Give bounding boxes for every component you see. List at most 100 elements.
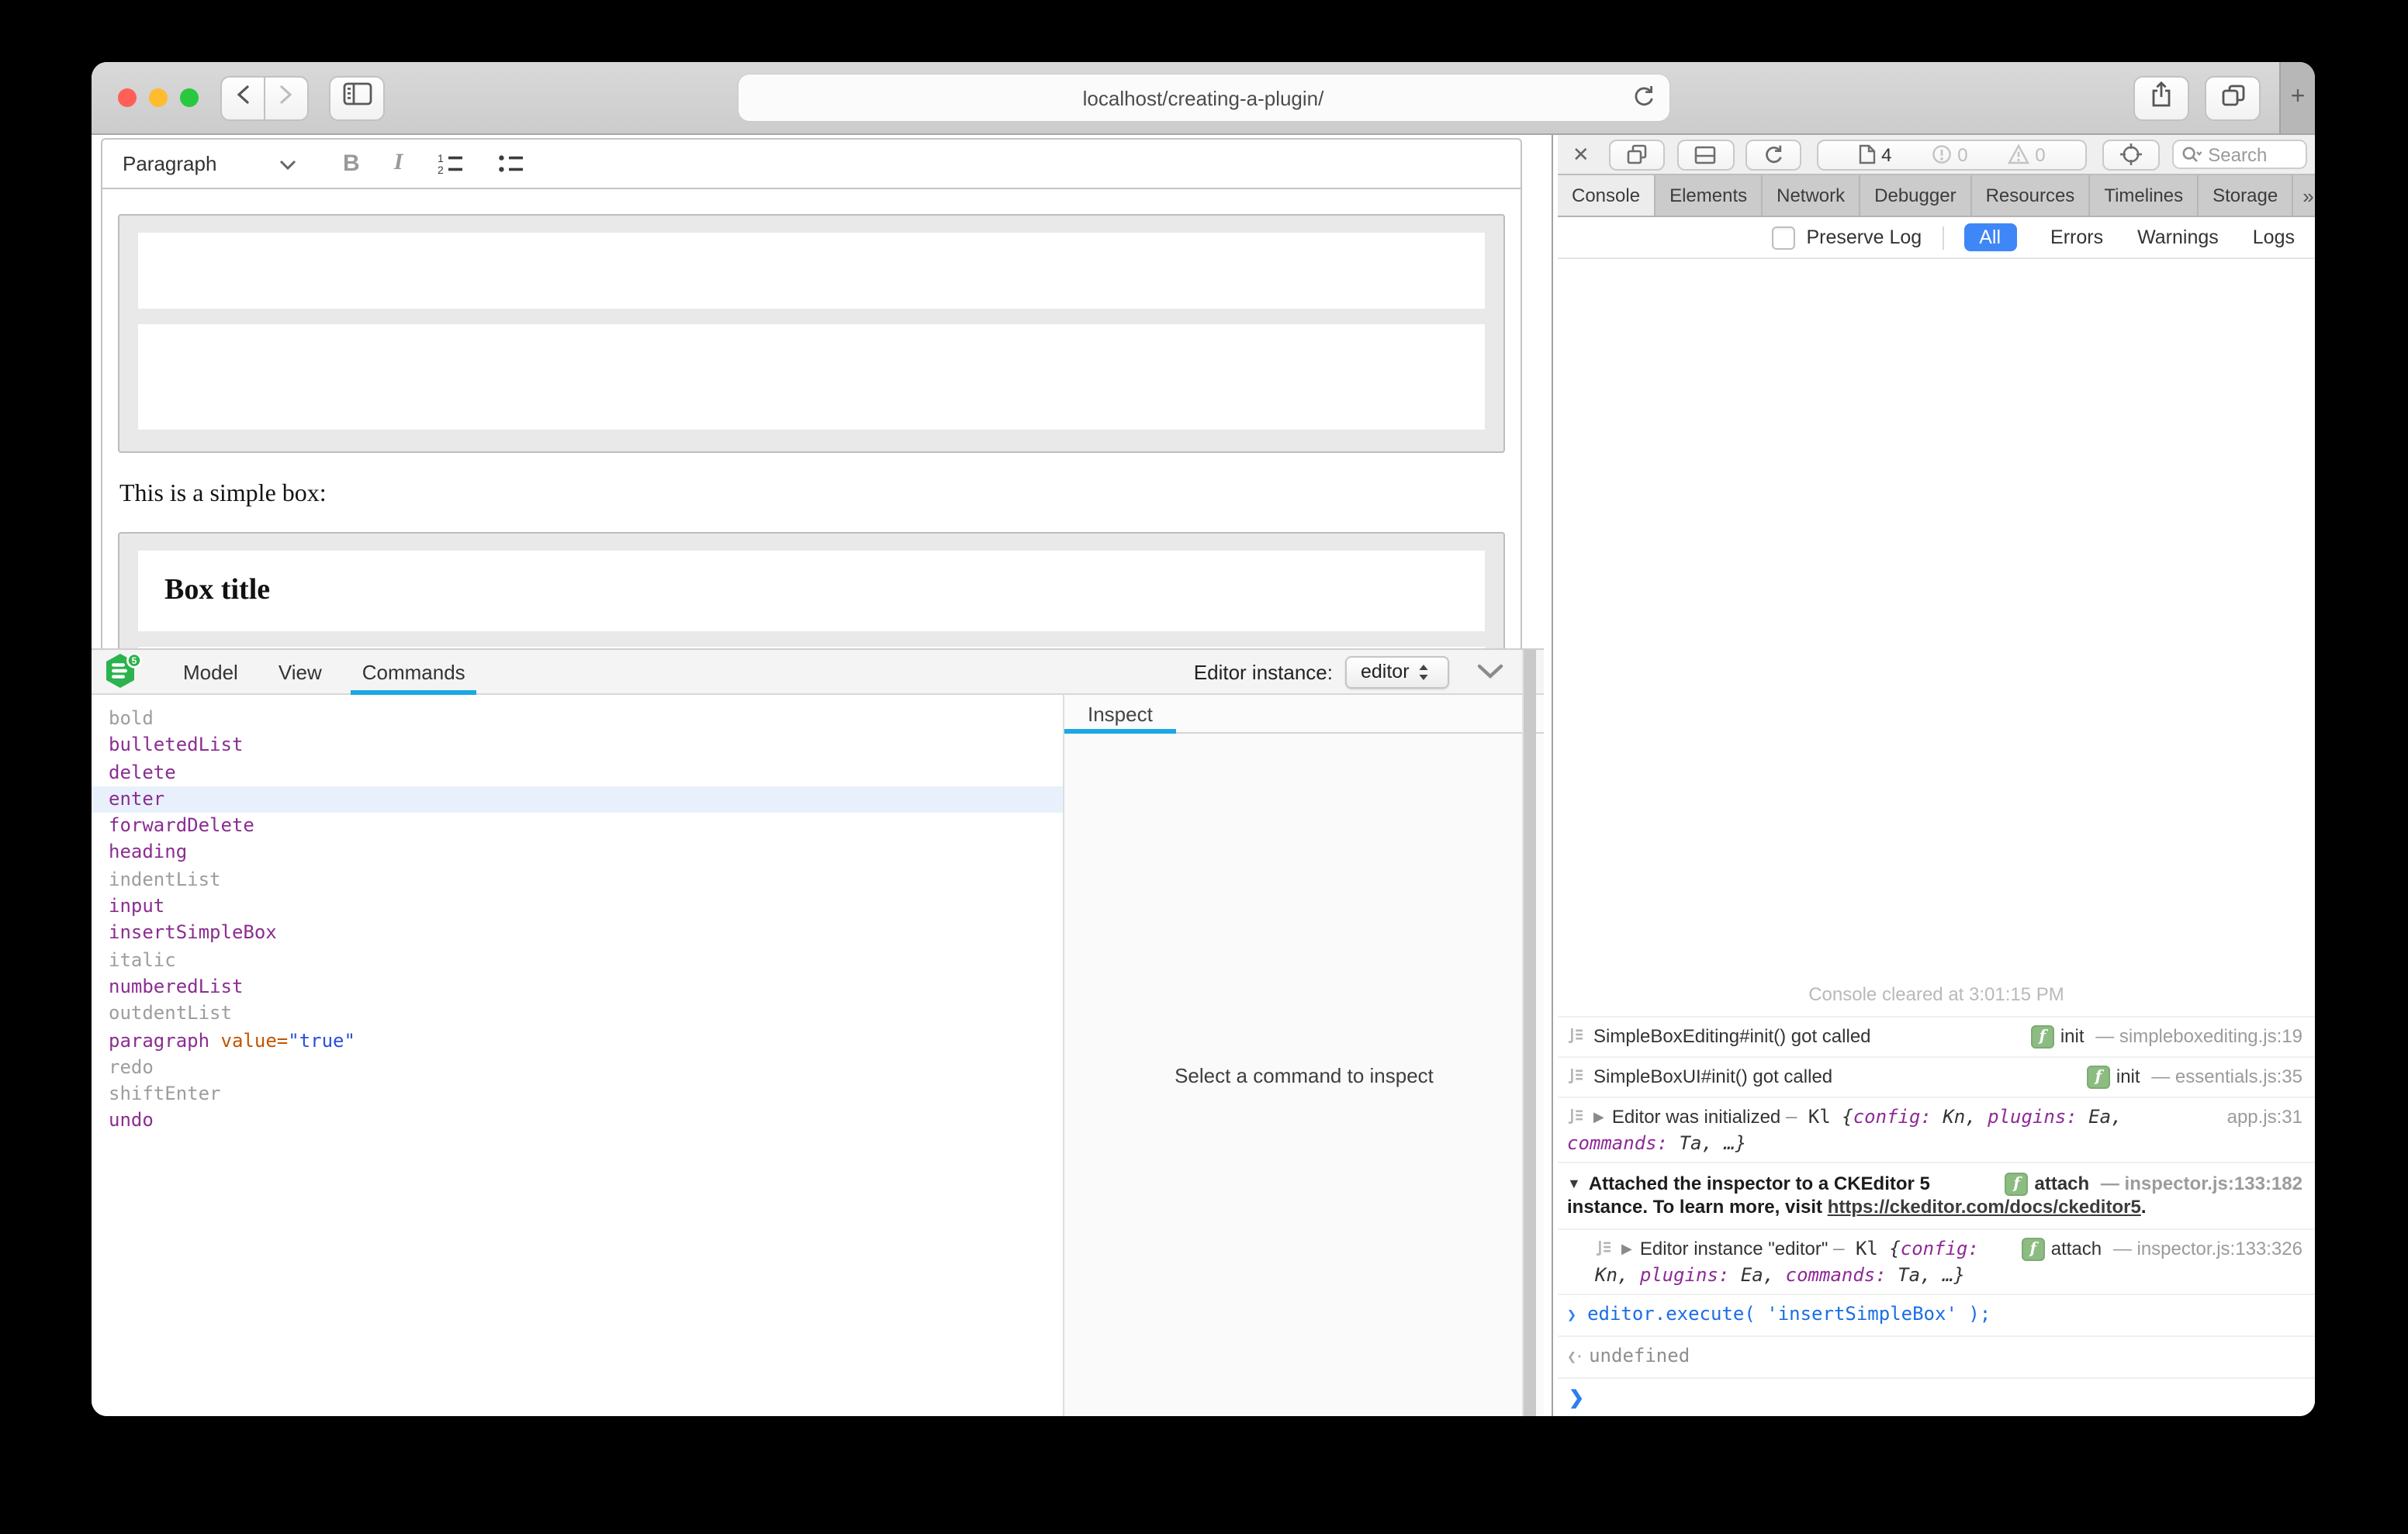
console-filter-warnings[interactable]: Warnings <box>2137 226 2219 248</box>
paragraph-text[interactable]: This is a simple box: <box>119 481 327 509</box>
command-item-numberedList[interactable]: numberedList <box>92 974 1063 1001</box>
console-entry[interactable]: finit — simpleboxediting.js:19SimpleBoxE… <box>1558 1016 2315 1056</box>
close-window-button[interactable] <box>118 88 137 107</box>
zoom-window-button[interactable] <box>180 88 199 107</box>
share-icon <box>2149 80 2174 116</box>
more-tabs-button[interactable]: » <box>2293 175 2315 216</box>
bold-button[interactable]: B <box>343 150 360 177</box>
function-badge-icon: f <box>2087 1065 2110 1088</box>
command-item-shiftEnter[interactable]: shiftEnter <box>92 1081 1063 1108</box>
command-item-redo[interactable]: redo <box>92 1055 1063 1082</box>
command-item-heading[interactable]: heading <box>92 840 1063 867</box>
console-entry-source[interactable]: app.js:31 <box>2227 1104 2302 1129</box>
editor-content-area[interactable]: This is a simple box: Box title <box>101 189 1522 650</box>
console-output: Console cleared at 3:01:15 PM finit — si… <box>1558 259 2315 1416</box>
devtools-resize-divider[interactable] <box>1544 135 1558 1416</box>
devtools-close-button[interactable]: ✕ <box>1569 142 1593 167</box>
console-entry[interactable]: ❯editor.execute( 'insertSimpleBox' ); <box>1558 1294 2315 1335</box>
inspect-tab-bar: Inspect <box>1064 695 1544 734</box>
share-button[interactable] <box>2133 75 2189 120</box>
command-item-forwardDelete[interactable]: forwardDelete <box>92 813 1063 840</box>
title-bar: localhost/creating-a-plugin/ <box>92 62 2315 135</box>
simple-box-description-field[interactable] <box>138 324 1485 430</box>
console-entry[interactable]: fattach — inspector.js:133:182▼Attached … <box>1558 1162 2315 1228</box>
sidebar-toggle-button[interactable] <box>329 75 385 120</box>
devtools-tab-elements[interactable]: Elements <box>1656 175 1763 216</box>
simple-box-widget-empty[interactable] <box>118 214 1505 453</box>
command-item-enter[interactable]: enter <box>92 786 1063 814</box>
minimize-window-button[interactable] <box>149 88 168 107</box>
forward-button[interactable] <box>265 75 309 120</box>
console-entry-source[interactable]: fattach — inspector.js:133:182 <box>2005 1173 2303 1196</box>
disclosure-collapsed-icon[interactable]: ▶ <box>1593 1109 1604 1125</box>
command-item-bulletedList[interactable]: bulletedList <box>92 733 1063 760</box>
page-scrollbar[interactable] <box>1522 650 1536 1416</box>
tab-overview-icon <box>2219 81 2246 114</box>
paragraph-style-dropdown[interactable]: Paragraph <box>123 152 296 175</box>
console-entry-source[interactable]: finit — simpleboxediting.js:19 <box>2031 1024 2302 1049</box>
disclosure-expanded-icon[interactable]: ▼ <box>1567 1176 1581 1191</box>
resource-stats-button[interactable]: 4 0 <box>1817 139 2086 170</box>
element-picker-button[interactable] <box>2102 139 2160 170</box>
command-item-paragraph[interactable]: paragraph value="true" <box>92 1028 1063 1055</box>
console-entry[interactable]: finit — essentials.js:35SimpleBoxUI#init… <box>1558 1056 2315 1097</box>
tab-overview-button[interactable] <box>2205 75 2261 120</box>
simple-box-title-field[interactable] <box>138 233 1485 309</box>
numbered-list-button[interactable]: 1 2 <box>437 152 463 175</box>
bulleted-list-button[interactable] <box>497 152 524 175</box>
undock-button[interactable] <box>1609 139 1666 170</box>
simple-box-widget-titled[interactable]: Box title <box>118 532 1505 650</box>
search-placeholder: Search <box>2208 143 2267 165</box>
editor-instance-select[interactable]: editor <box>1345 655 1449 688</box>
filter-divider <box>1942 226 1943 249</box>
italic-button[interactable]: I <box>394 150 403 177</box>
back-icon <box>234 83 251 112</box>
preserve-log-checkbox[interactable] <box>1773 226 1796 249</box>
console-prompt[interactable]: ❯ <box>1558 1377 2315 1416</box>
devtools-toolbar: ✕ <box>1558 135 2315 174</box>
console-link[interactable]: https://ckeditor.com/docs/ckeditor5 <box>1828 1196 2141 1218</box>
console-filter-all[interactable]: All <box>1963 223 2016 251</box>
new-tab-button[interactable]: + <box>2279 62 2315 133</box>
devtools-tab-console[interactable]: Console <box>1558 175 1656 216</box>
web-page: Paragraph B I 1 2 <box>92 135 1544 1416</box>
devtools-reload-button[interactable] <box>1745 139 1801 170</box>
command-item-insertSimpleBox[interactable]: insertSimpleBox <box>92 921 1063 948</box>
command-item-input[interactable]: input <box>92 893 1063 921</box>
reload-icon[interactable] <box>1631 84 1655 115</box>
console-entry[interactable]: ❮·undefined <box>1558 1335 2315 1377</box>
command-item-italic[interactable]: italic <box>92 947 1063 974</box>
log-icon <box>1595 1238 1612 1263</box>
tab-inspect[interactable]: Inspect <box>1064 695 1176 732</box>
simple-box-title-field[interactable]: Box title <box>138 551 1485 631</box>
inspector-tab-model[interactable]: Model <box>172 650 249 693</box>
address-bar[interactable]: localhost/creating-a-plugin/ <box>738 74 1669 121</box>
dock-to-bottom-button[interactable] <box>1678 139 1735 170</box>
console-entry[interactable]: fattach — inspector.js:133:326▶Editor in… <box>1558 1228 2315 1294</box>
command-item-undo[interactable]: undo <box>92 1108 1063 1135</box>
back-button[interactable] <box>220 75 265 120</box>
disclosure-collapsed-icon[interactable]: ▶ <box>1621 1241 1632 1256</box>
devtools-search-field[interactable]: Search <box>2172 140 2307 169</box>
console-entry-source[interactable]: fattach — inspector.js:133:326 <box>2022 1236 2302 1261</box>
inspector-tab-view[interactable]: View <box>268 650 333 693</box>
command-item-bold[interactable]: bold <box>92 706 1063 733</box>
inspector-tab-commands[interactable]: Commands <box>351 650 476 693</box>
devtools-tab-storage[interactable]: Storage <box>2199 175 2293 216</box>
warning-icon <box>2007 144 2029 164</box>
devtools-tab-debugger[interactable]: Debugger <box>1860 175 1971 216</box>
inspector-collapse-button[interactable] <box>1477 664 1503 679</box>
console-entry-source[interactable]: finit — essentials.js:35 <box>2087 1064 2302 1089</box>
command-item-indentList[interactable]: indentList <box>92 867 1063 894</box>
devtools-tab-timelines[interactable]: Timelines <box>2090 175 2199 216</box>
devtools-tab-network[interactable]: Network <box>1763 175 1860 216</box>
devtools-tab-resources[interactable]: Resources <box>1972 175 2091 216</box>
issue-count-stat: 0 <box>1931 143 1967 165</box>
console-entry[interactable]: app.js:31▶Editor was initialized – Kl {c… <box>1558 1097 2315 1162</box>
command-item-delete[interactable]: delete <box>92 759 1063 786</box>
console-filter-logs[interactable]: Logs <box>2253 226 2295 248</box>
log-icon <box>1567 1106 1584 1131</box>
console-filter-errors[interactable]: Errors <box>2050 226 2103 248</box>
command-item-outdentList[interactable]: outdentList <box>92 1001 1063 1028</box>
function-badge-icon: f <box>2031 1024 2054 1048</box>
